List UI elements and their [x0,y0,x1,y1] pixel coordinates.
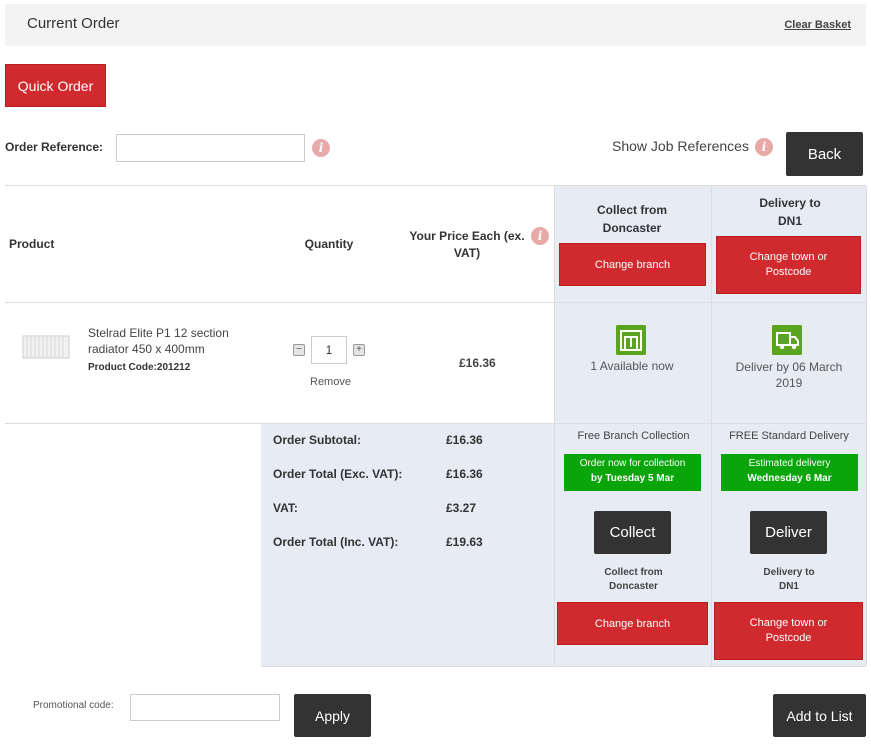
collection-estimate-line2: by Tuesday 5 Mar [590,473,675,484]
radiator-image [22,335,70,359]
info-icon[interactable]: i [755,138,773,156]
promo-code-label: Promotional code: [33,700,114,711]
quick-order-button[interactable]: Quick Order [5,64,106,107]
order-reference-label: Order Reference: [5,140,104,154]
info-icon[interactable]: i [312,139,330,157]
quantity-decrease-button[interactable]: − [293,344,305,356]
product-name[interactable]: Stelrad Elite P1 12 section radiator 450… [88,325,238,357]
change-postcode-button[interactable]: Change town or Postcode [714,602,863,660]
collect-availability: 1 Available now [590,359,674,373]
apply-promo-button[interactable]: Apply [294,694,371,737]
promo-code-input[interactable] [130,694,280,721]
order-total-inc-value: £19.63 [446,535,483,549]
column-header-delivery: Delivery to DN1 [759,196,821,228]
remove-item-link[interactable]: Remove [310,376,351,388]
column-header-quantity: Quantity [304,237,354,251]
divider [866,186,867,666]
order-total-inc-label: Order Total (Inc. VAT): [273,535,399,549]
divider [5,185,866,186]
divider [554,186,555,666]
delivery-heading: FREE Standard Delivery [729,430,849,442]
divider [5,423,866,424]
order-subtotal-label: Order Subtotal: [273,433,362,447]
divider [261,666,866,667]
column-header-collect: Collect from Doncaster [596,203,667,235]
order-total-exc-value: £16.36 [446,467,483,481]
divider [711,186,712,666]
delivery-location: Delivery to DN1 [712,566,866,594]
delivery-location-line2: DN1 [778,581,799,592]
show-job-references-label[interactable]: Show Job References [612,138,749,154]
collection-estimate-line1: Order now for collection [579,458,686,469]
collect-button[interactable]: Collect [594,511,671,554]
delivery-estimate: Deliver by 06 March 2019 [735,360,843,390]
product-code: Product Code:201212 [88,362,191,373]
collect-location-line2: Doncaster [609,581,658,592]
divider [5,302,866,303]
quantity-increase-button[interactable]: + [353,344,365,356]
column-header-product: Product [9,237,55,251]
change-branch-button[interactable]: Change branch [557,602,708,645]
branch-store-icon [616,325,646,355]
change-postcode-button[interactable]: Change town or Postcode [716,236,861,294]
delivery-van-icon [772,325,802,355]
delivery-estimate-line1: Estimated delivery [748,458,831,469]
order-total-exc-label: Order Total (Exc. VAT): [273,467,403,481]
vat-value: £3.27 [446,501,477,515]
page-title: Current Order [27,15,120,32]
delivery-location-line1: Delivery to [763,567,815,578]
change-branch-button[interactable]: Change branch [559,243,706,286]
clear-basket-link[interactable]: Clear Basket [784,19,851,31]
deliver-button[interactable]: Deliver [750,511,827,554]
add-to-list-button[interactable]: Add to List [773,694,866,737]
quantity-stepper: − 1 + [293,336,365,364]
unit-price: £16.36 [459,356,496,370]
order-subtotal-value: £16.36 [446,433,483,447]
current-order-header: Current Order Clear Basket [5,4,866,46]
info-icon[interactable]: i [531,227,549,245]
vat-label: VAT: [273,501,298,515]
back-button[interactable]: Back [786,132,863,176]
collect-location-line1: Collect from [604,567,663,578]
quantity-input[interactable]: 1 [311,336,347,364]
collection-estimate-badge: Order now for collection by Tuesday 5 Ma… [564,454,701,491]
collection-heading: Free Branch Collection [577,430,690,442]
delivery-estimate-line2: Wednesday 6 Mar [747,473,832,484]
column-header-price: Your Price Each (ex. VAT) [409,229,525,260]
collect-location: Collect from Doncaster [556,566,711,594]
delivery-estimate-badge: Estimated delivery Wednesday 6 Mar [721,454,858,491]
order-reference-input[interactable] [116,134,305,162]
